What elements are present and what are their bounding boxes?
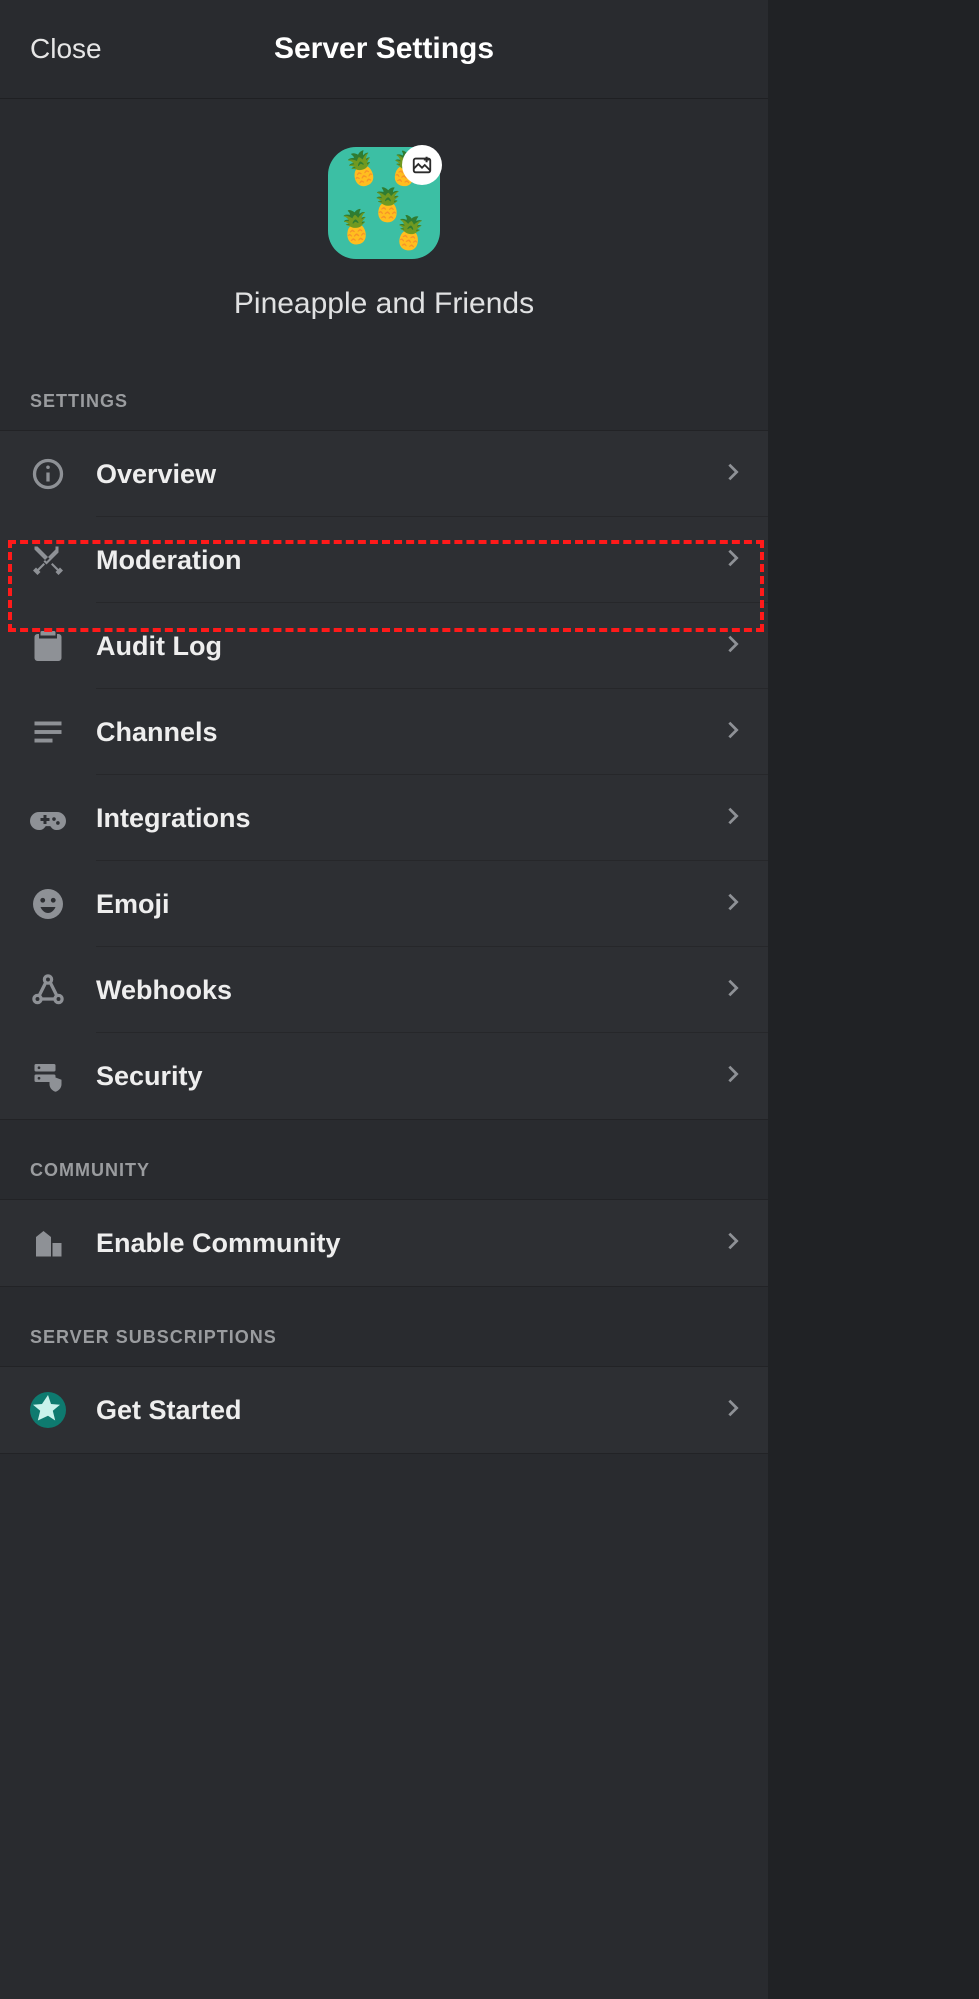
settings-item-overview[interactable]: Overview [0,431,768,517]
settings-list: Overview Moderation Audit Log Channels [0,430,768,1120]
webhook-icon [30,972,96,1008]
settings-item-label: Security [96,1061,722,1092]
settings-item-integrations[interactable]: Integrations [0,775,768,861]
chevron-right-icon [722,891,744,918]
page-title: Server Settings [0,32,768,66]
clipboard-icon [30,628,96,664]
settings-item-emoji[interactable]: Emoji [0,861,768,947]
chevron-right-icon [722,1063,744,1090]
settings-item-label: Moderation [96,545,722,576]
chevron-right-icon [722,719,744,746]
chevron-right-icon [722,1230,744,1257]
settings-item-label: Integrations [96,803,722,834]
settings-item-label: Emoji [96,889,722,920]
settings-item-channels[interactable]: Channels [0,689,768,775]
settings-item-label: Channels [96,717,722,748]
settings-item-webhooks[interactable]: Webhooks [0,947,768,1033]
gamepad-icon [30,800,96,836]
settings-item-label: Webhooks [96,975,722,1006]
chevron-right-icon [722,633,744,660]
settings-item-audit-log[interactable]: Audit Log [0,603,768,689]
chevron-right-icon [722,805,744,832]
section-header-subscriptions: SERVER SUBSCRIPTIONS [0,1327,768,1366]
subscriptions-list: Get Started [0,1366,768,1454]
header-bar: Close Server Settings [0,0,768,99]
emoji-face-icon [30,886,96,922]
section-header-settings: SETTINGS [0,391,768,430]
settings-item-label: Audit Log [96,631,722,662]
buildings-icon [30,1225,96,1261]
swords-icon [30,542,96,578]
chevron-right-icon [722,547,744,574]
server-avatar[interactable]: 🍍 🍍 🍍 🍍 🍍 [328,147,440,259]
chevron-right-icon [722,977,744,1004]
community-item-enable[interactable]: Enable Community [0,1200,768,1286]
chevron-right-icon [722,461,744,488]
upload-image-icon[interactable] [402,145,442,185]
server-shield-icon [30,1058,96,1094]
server-name: Pineapple and Friends [234,287,534,321]
community-list: Enable Community [0,1199,768,1287]
settings-item-label: Overview [96,459,722,490]
community-item-label: Enable Community [96,1228,722,1259]
subscriptions-item-label: Get Started [96,1395,722,1426]
list-icon [30,714,96,750]
settings-item-security[interactable]: Security [0,1033,768,1119]
server-info: 🍍 🍍 🍍 🍍 🍍 Pineapple and Friends [0,99,768,391]
close-button[interactable]: Close [30,33,102,65]
info-circle-icon [30,456,96,492]
settings-item-moderation[interactable]: Moderation [0,517,768,603]
chevron-right-icon [722,1397,744,1424]
subscriptions-item-get-started[interactable]: Get Started [0,1367,768,1453]
section-header-community: COMMUNITY [0,1160,768,1199]
star-badge-icon [30,1392,96,1428]
